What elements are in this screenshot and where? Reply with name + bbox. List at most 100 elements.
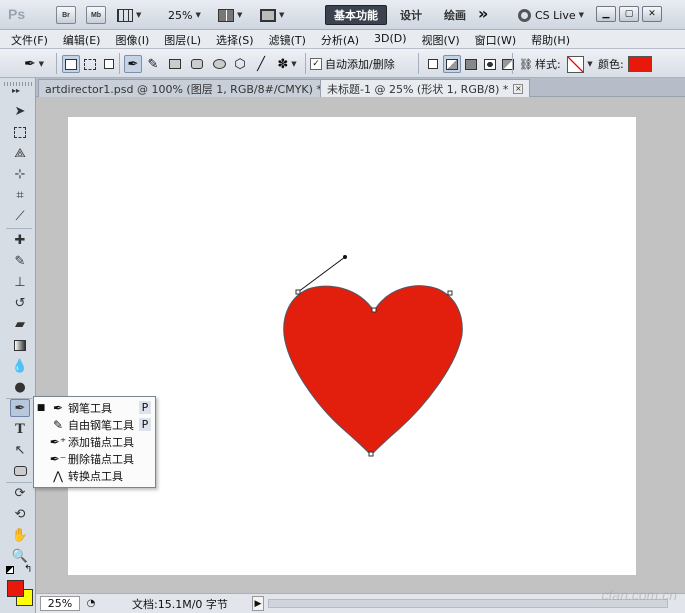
paths-mode-icon[interactable] bbox=[81, 55, 99, 73]
heart-shape-svg bbox=[283, 255, 463, 457]
intersect-shape-area-icon[interactable] bbox=[481, 55, 499, 73]
flyout-item-pen-tool[interactable]: ■ ✒ 钢笔工具 P bbox=[34, 399, 155, 416]
divider bbox=[6, 482, 32, 483]
bridge-button[interactable]: Br bbox=[56, 6, 76, 24]
anchor-point[interactable] bbox=[371, 307, 377, 313]
view-extras-dropdown[interactable]: ▼ bbox=[117, 6, 141, 24]
menu-file[interactable]: 文件(F) bbox=[4, 30, 56, 48]
convert-point-icon: ⋀ bbox=[53, 468, 63, 483]
gradient-tool-icon[interactable] bbox=[10, 336, 30, 354]
link-style-icon[interactable]: ⛓ bbox=[517, 55, 535, 73]
menu-edit[interactable]: 编辑(E) bbox=[56, 30, 109, 48]
move-tool-icon[interactable]: ➤ bbox=[10, 102, 30, 120]
add-to-shape-area-icon[interactable] bbox=[443, 55, 461, 73]
dodge-tool-icon[interactable]: ● bbox=[10, 378, 30, 396]
rounded-rectangle-shape-icon[interactable] bbox=[188, 55, 206, 73]
menu-layer[interactable]: 图层(L) bbox=[157, 30, 209, 48]
style-picker[interactable]: ▼ bbox=[566, 55, 594, 73]
tool-preset-picker[interactable]: ✒ ▼ bbox=[18, 55, 50, 73]
lasso-tool-icon[interactable]: ⟁ bbox=[10, 144, 30, 162]
document-canvas[interactable] bbox=[68, 117, 636, 575]
toolbox-collapse-icon[interactable]: ▸▸ bbox=[12, 86, 20, 95]
crop-tool-icon[interactable]: ⌗ bbox=[10, 186, 30, 204]
selected-bullet: ■ bbox=[36, 402, 46, 413]
flyout-item-freeform-pen-tool[interactable]: ✎ 自由钢笔工具 P bbox=[34, 416, 155, 433]
mini-bridge-button[interactable]: Mb bbox=[86, 6, 106, 24]
3d-rotate-tool-icon[interactable]: ⟳ bbox=[10, 484, 30, 502]
anchor-point[interactable] bbox=[447, 290, 453, 296]
menu-view[interactable]: 视图(V) bbox=[415, 30, 468, 48]
menu-filter[interactable]: 滤镜(T) bbox=[262, 30, 314, 48]
blur-tool-icon[interactable]: 💧 bbox=[10, 357, 30, 375]
marquee-tool-icon[interactable] bbox=[10, 123, 30, 141]
flyout-item-add-anchor-tool[interactable]: ✒⁺ 添加锚点工具 bbox=[34, 433, 155, 450]
cs-live-icon bbox=[518, 8, 531, 22]
color-swatch[interactable] bbox=[628, 56, 652, 72]
path-selection-tool-icon[interactable]: ↖ bbox=[10, 441, 30, 459]
more-workspaces-button[interactable]: » bbox=[478, 4, 488, 23]
direction-handle-point[interactable] bbox=[343, 255, 347, 259]
arrange-documents-dropdown[interactable]: ▼ bbox=[218, 6, 242, 24]
exclude-overlap-icon[interactable] bbox=[499, 55, 517, 73]
foreground-color-swatch[interactable] bbox=[7, 580, 24, 597]
quick-selection-tool-icon[interactable]: ⊹ bbox=[10, 165, 30, 183]
chevron-down-icon: ▼ bbox=[38, 60, 45, 68]
subtract-shape-area-icon[interactable] bbox=[462, 55, 480, 73]
anchor-point[interactable] bbox=[368, 451, 374, 457]
workspace-design-button[interactable]: 设计 bbox=[392, 5, 430, 25]
status-menu-arrow-icon[interactable]: ▶ bbox=[252, 596, 264, 611]
eraser-tool-icon[interactable]: ▰ bbox=[10, 315, 30, 333]
restore-icon[interactable]: ▢ bbox=[619, 6, 639, 22]
fill-pixels-mode-icon[interactable] bbox=[100, 55, 118, 73]
freeform-pen-option-icon[interactable]: ✎ bbox=[144, 55, 162, 73]
zoom-tool-icon[interactable]: 🔍 bbox=[10, 547, 30, 565]
brush-tool-icon[interactable]: ✎ bbox=[10, 252, 30, 270]
toolbox: ▸▸ ➤ ⟁ ⊹ ⌗ ⟋ ✚ ✎ ⊥ ↺ ▰ 💧 ● ✒ T ↖ ⟳ ⟲ ✋ 🔍… bbox=[0, 78, 36, 613]
tab-untitled-1[interactable]: 未标题-1 @ 25% (形状 1, RGB/8) * × bbox=[320, 79, 531, 97]
menu-image[interactable]: 图像(I) bbox=[108, 30, 157, 48]
close-icon[interactable]: × bbox=[513, 83, 524, 94]
close-icon[interactable]: ✕ bbox=[642, 6, 662, 22]
zoom-dropdown[interactable]: 25% ▼ bbox=[168, 6, 201, 24]
flyout-item-delete-anchor-tool[interactable]: ✒⁻ 删除锚点工具 bbox=[34, 450, 155, 467]
photoshop-logo: Ps bbox=[8, 6, 26, 22]
shape-tool-icon[interactable] bbox=[10, 462, 30, 480]
type-tool-icon[interactable]: T bbox=[10, 420, 30, 438]
status-zoom-field[interactable]: 25% bbox=[40, 596, 80, 611]
pen-tool-option-icon[interactable]: ✒ bbox=[124, 55, 142, 73]
flyout-label: 转换点工具 bbox=[68, 469, 123, 483]
canvas-area[interactable] bbox=[36, 97, 685, 593]
tab-artdirector1[interactable]: artdirector1.psd @ 100% (图层 1, RGB/8#/CM… bbox=[38, 79, 344, 97]
cs-live-dropdown[interactable]: CS Live ▼ bbox=[518, 6, 584, 24]
custom-shape-dropdown[interactable]: ✽ ▼ bbox=[274, 55, 300, 73]
menu-3d[interactable]: 3D(D) bbox=[367, 30, 415, 48]
menu-window[interactable]: 窗口(W) bbox=[468, 30, 524, 48]
workspace-painting-button[interactable]: 绘画 bbox=[436, 5, 474, 25]
hand-tool-icon[interactable]: ✋ bbox=[10, 526, 30, 544]
anchor-point[interactable] bbox=[295, 289, 301, 295]
menu-select[interactable]: 选择(S) bbox=[209, 30, 262, 48]
rectangle-shape-icon[interactable] bbox=[166, 55, 184, 73]
3d-orbit-tool-icon[interactable]: ⟲ bbox=[10, 505, 30, 523]
new-shape-layer-icon[interactable] bbox=[424, 55, 442, 73]
screen-mode-dropdown[interactable]: ▼ bbox=[260, 6, 284, 24]
pen-tool-icon[interactable]: ✒ bbox=[10, 399, 30, 417]
minimize-icon[interactable]: ▁ bbox=[596, 6, 616, 22]
shape-layers-mode-icon[interactable] bbox=[62, 55, 80, 73]
history-brush-tool-icon[interactable]: ↺ bbox=[10, 294, 30, 312]
default-colors-icon[interactable] bbox=[6, 566, 14, 574]
ellipse-shape-icon[interactable] bbox=[210, 55, 228, 73]
clone-stamp-tool-icon[interactable]: ⊥ bbox=[10, 273, 30, 291]
auto-add-delete-option[interactable]: ✓ 自动添加/删除 bbox=[310, 55, 398, 73]
menu-help[interactable]: 帮助(H) bbox=[524, 30, 578, 48]
swap-colors-icon[interactable]: ↰ bbox=[24, 564, 32, 575]
auto-add-delete-checkbox[interactable]: ✓ bbox=[310, 58, 322, 70]
menu-analysis[interactable]: 分析(A) bbox=[314, 30, 367, 48]
eyedropper-tool-icon[interactable]: ⟋ bbox=[10, 207, 30, 225]
line-shape-icon[interactable]: ╱ bbox=[252, 55, 270, 73]
flyout-item-convert-point-tool[interactable]: ⋀ 转换点工具 bbox=[34, 467, 155, 484]
workspace-essentials-button[interactable]: 基本功能 bbox=[325, 5, 387, 25]
status-info-icon[interactable]: ◔ bbox=[84, 596, 98, 611]
polygon-shape-icon[interactable]: ⬡ bbox=[231, 55, 249, 73]
healing-brush-tool-icon[interactable]: ✚ bbox=[10, 231, 30, 249]
